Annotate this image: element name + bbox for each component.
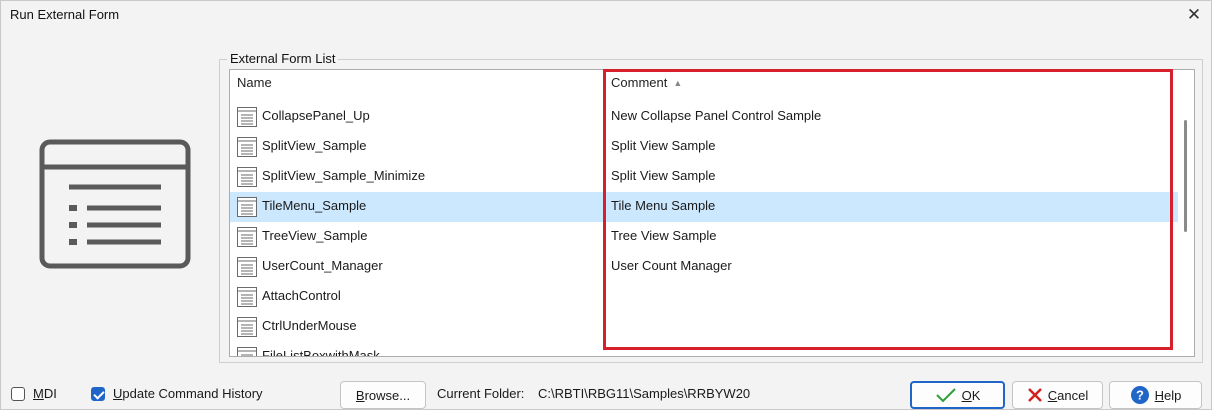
cancel-button[interactable]: Cancel bbox=[1012, 381, 1103, 409]
form-document-icon bbox=[236, 106, 258, 128]
form-list-icon bbox=[39, 139, 191, 269]
form-document-icon bbox=[236, 136, 258, 158]
sort-ascending-icon: ▲ bbox=[673, 78, 683, 88]
mdi-label[interactable]: MDI bbox=[33, 386, 57, 401]
checkmark-icon bbox=[935, 387, 957, 403]
form-document-icon bbox=[236, 256, 258, 278]
list-item[interactable]: TreeView_Sample Tree View Sample bbox=[230, 222, 1180, 252]
list-item-name: TileMenu_Sample bbox=[262, 198, 367, 213]
list-item[interactable]: CollapsePanel_Up New Collapse Panel Contr… bbox=[230, 102, 1180, 132]
current-folder-path: C:\RBTI\RBG11\Samples\RRBYW20 bbox=[538, 386, 751, 401]
current-folder-label: Current Folder: bbox=[437, 386, 525, 401]
svg-text:?: ? bbox=[1136, 388, 1144, 403]
list-item-name: FileListBoxwithMask bbox=[262, 348, 380, 357]
list-item-name: SplitView_Sample bbox=[262, 138, 367, 153]
help-icon: ? bbox=[1130, 385, 1150, 405]
form-document-icon bbox=[236, 196, 258, 218]
window-title: Run External Form bbox=[10, 7, 120, 22]
list-item-name: TreeView_Sample bbox=[262, 228, 368, 243]
list-item[interactable]: TileMenu_Sample Tile Menu Sample bbox=[230, 192, 1180, 222]
list-item-comment: User Count Manager bbox=[611, 258, 732, 273]
mdi-checkbox[interactable] bbox=[11, 387, 25, 401]
ok-button[interactable]: OK bbox=[910, 381, 1005, 409]
help-button[interactable]: ? Help bbox=[1109, 381, 1202, 409]
cancel-x-icon bbox=[1027, 387, 1043, 403]
browse-button[interactable]: Browse... bbox=[340, 381, 426, 409]
list-item-comment: Tile Menu Sample bbox=[611, 198, 716, 213]
list-item-comment: Split View Sample bbox=[611, 138, 716, 153]
list-item-name: AttachControl bbox=[262, 288, 341, 303]
list-item-name: UserCount_Manager bbox=[262, 258, 383, 273]
column-header-comment[interactable]: Comment ▲ bbox=[611, 75, 682, 90]
list-item-name: SplitView_Sample_Minimize bbox=[262, 168, 426, 183]
close-icon[interactable]: ✕ bbox=[1183, 4, 1205, 26]
list-item-name: CollapsePanel_Up bbox=[262, 108, 370, 123]
group-label: External Form List bbox=[227, 51, 339, 66]
list-rows: CollapsePanel_Up New Collapse Panel Contr… bbox=[230, 102, 1180, 357]
form-document-icon bbox=[236, 316, 258, 338]
update-command-history-checkbox[interactable] bbox=[91, 387, 105, 401]
scrollbar-thumb[interactable] bbox=[1184, 120, 1187, 232]
list-item-comment: Tree View Sample bbox=[611, 228, 717, 243]
list-header: Name Comment ▲ bbox=[230, 70, 1180, 94]
form-document-icon bbox=[236, 346, 258, 356]
list-item[interactable]: SplitView_Sample Split View Sample bbox=[230, 132, 1180, 162]
vertical-scrollbar[interactable] bbox=[1178, 70, 1194, 356]
column-header-comment-label: Comment bbox=[611, 75, 668, 90]
list-item-name: CtrlUnderMouse bbox=[262, 318, 357, 333]
form-document-icon bbox=[236, 286, 258, 308]
list-item-comment: New Collapse Panel Control Sample bbox=[611, 108, 822, 123]
list-item[interactable]: AttachControl bbox=[230, 282, 1180, 312]
update-command-history-label[interactable]: Update Command History bbox=[113, 386, 263, 401]
list-item[interactable]: FileListBoxwithMask bbox=[230, 342, 1180, 357]
column-header-name[interactable]: Name bbox=[237, 75, 272, 90]
run-external-form-dialog: Run External Form ✕ External Form List N… bbox=[0, 0, 1212, 410]
list-item[interactable]: SplitView_Sample_Minimize Split View Samp… bbox=[230, 162, 1180, 192]
form-document-icon bbox=[236, 166, 258, 188]
form-document-icon bbox=[236, 226, 258, 248]
title-bar: Run External Form ✕ bbox=[1, 1, 1211, 29]
bottom-bar: MDI Update Command History Browse... Cur… bbox=[1, 381, 1211, 409]
list-item[interactable]: UserCount_Manager User Count Manager bbox=[230, 252, 1180, 282]
list-item[interactable]: CtrlUnderMouse bbox=[230, 312, 1180, 342]
list-item-comment: Split View Sample bbox=[611, 168, 716, 183]
external-form-list[interactable]: Name Comment ▲ CollapsePanel_Up New Collap… bbox=[229, 69, 1195, 357]
